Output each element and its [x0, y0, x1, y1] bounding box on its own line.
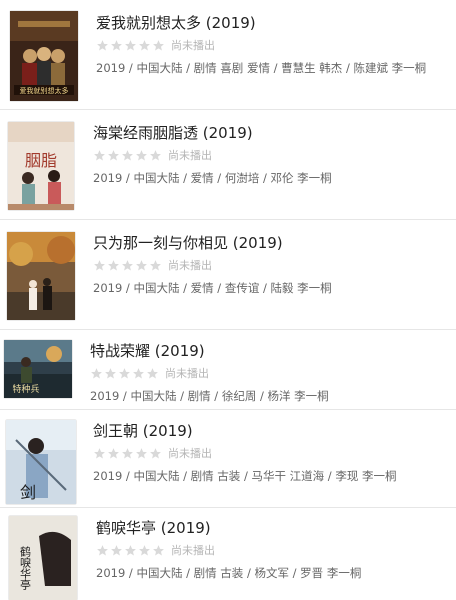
star-icon — [121, 259, 134, 272]
movie-poster[interactable]: 特种兵 — [4, 340, 72, 398]
star-icon — [149, 447, 162, 460]
movie-title[interactable]: 爱我就别想太多 (2019) — [96, 13, 426, 33]
star-icon — [135, 149, 148, 162]
movie-poster[interactable]: 鹤唳华亭 — [9, 516, 77, 600]
rating-row: 尚未播出 — [96, 37, 426, 53]
list-item[interactable]: 只为那一刻与你相见 (2019) 尚未播出 2019 / 中国大陆 / 爱情 /… — [0, 220, 456, 330]
star-icon — [138, 39, 151, 52]
star-icon — [93, 447, 106, 460]
movie-title[interactable]: 鹤唳华亭 (2019) — [96, 518, 361, 538]
star-icon — [124, 39, 137, 52]
star-icon — [138, 544, 151, 557]
item-info: 爱我就别想太多 (2019) 尚未播出 2019 / 中国大陆 / 剧情 喜剧 … — [96, 13, 426, 75]
list-item[interactable]: 特种兵 特战荣耀 (2019) 尚未播出 2019 / 中国大陆 / 剧情 / … — [0, 330, 456, 410]
poster-title: 胭脂 — [25, 151, 57, 170]
poster-art: 爱我就别想太多 — [10, 11, 78, 101]
poster-title: 爱我就别想太多 — [20, 86, 69, 95]
movie-list: 爱我就别想太多 爱我就别想太多 (2019) 尚未播出 2019 / 中国大陆 … — [0, 0, 456, 600]
movie-title[interactable]: 剑王朝 (2019) — [93, 421, 396, 441]
rating-row: 尚未播出 — [93, 257, 332, 273]
movie-meta: 2019 / 中国大陆 / 剧情 喜剧 爱情 / 曹慧生 韩杰 / 陈建斌 李一… — [96, 61, 427, 75]
movie-meta: 2019 / 中国大陆 / 剧情 古装 / 马华干 江道海 / 李现 李一桐 — [93, 469, 397, 483]
star-rating — [93, 149, 162, 162]
rating-row: 尚未播出 — [90, 365, 329, 381]
star-icon — [152, 544, 165, 557]
star-rating — [90, 367, 159, 380]
star-icon — [96, 39, 109, 52]
movie-meta: 2019 / 中国大陆 / 剧情 古装 / 杨文军 / 罗晋 李一桐 — [96, 566, 362, 580]
star-rating — [93, 259, 162, 272]
star-icon — [121, 149, 134, 162]
star-icon — [93, 259, 106, 272]
rating-row: 尚未播出 — [96, 542, 361, 558]
movie-meta: 2019 / 中国大陆 / 爱情 / 查传谊 / 陆毅 李一桐 — [93, 281, 332, 295]
movie-poster[interactable] — [7, 232, 75, 320]
item-info: 只为那一刻与你相见 (2019) 尚未播出 2019 / 中国大陆 / 爱情 /… — [93, 233, 332, 295]
item-info: 鹤唳华亭 (2019) 尚未播出 2019 / 中国大陆 / 剧情 古装 / 杨… — [96, 518, 361, 580]
poster-art: 特种兵 — [4, 340, 72, 398]
star-icon — [110, 39, 123, 52]
rating-row: 尚未播出 — [93, 147, 332, 163]
list-item[interactable]: 鹤唳华亭 鹤唳华亭 (2019) 尚未播出 2019 / 中国大陆 / 剧情 古… — [0, 508, 456, 600]
star-icon — [107, 447, 120, 460]
movie-meta: 2019 / 中国大陆 / 爱情 / 何澍培 / 邓伦 李一桐 — [93, 171, 332, 185]
movie-poster[interactable]: 胭脂 — [8, 122, 74, 210]
rating-status: 尚未播出 — [171, 39, 215, 52]
rating-status: 尚未播出 — [168, 447, 212, 460]
movie-poster[interactable]: 剑 — [6, 420, 76, 504]
rating-status: 尚未播出 — [168, 259, 212, 272]
star-icon — [135, 447, 148, 460]
star-icon — [107, 149, 120, 162]
rating-row: 尚未播出 — [93, 445, 396, 461]
item-info: 海棠经雨胭脂透 (2019) 尚未播出 2019 / 中国大陆 / 爱情 / 何… — [93, 123, 332, 185]
star-icon — [149, 259, 162, 272]
star-icon — [124, 544, 137, 557]
poster-art — [7, 232, 75, 320]
poster-title: 特种兵 — [12, 383, 39, 395]
movie-poster[interactable]: 爱我就别想太多 — [10, 11, 78, 101]
list-item[interactable]: 剑 剑王朝 (2019) 尚未播出 2019 / 中国大陆 / 剧情 古装 / … — [0, 410, 456, 508]
rating-status: 尚未播出 — [165, 367, 209, 380]
star-icon — [132, 367, 145, 380]
star-icon — [146, 367, 159, 380]
poster-title: 鹤唳华亭 — [19, 545, 32, 590]
movie-title[interactable]: 特战荣耀 (2019) — [90, 341, 329, 361]
movie-title[interactable]: 海棠经雨胭脂透 (2019) — [93, 123, 332, 143]
movie-title[interactable]: 只为那一刻与你相见 (2019) — [93, 233, 332, 253]
rating-status: 尚未播出 — [168, 149, 212, 162]
star-icon — [107, 259, 120, 272]
star-rating — [96, 39, 165, 52]
item-info: 剑王朝 (2019) 尚未播出 2019 / 中国大陆 / 剧情 古装 / 马华… — [93, 421, 396, 483]
poster-art: 剑 — [6, 420, 76, 504]
list-item[interactable]: 胭脂 海棠经雨胭脂透 (2019) 尚未播出 2019 / 中国大陆 / 爱情 … — [0, 110, 456, 220]
star-icon — [110, 544, 123, 557]
star-icon — [96, 544, 109, 557]
star-icon — [121, 447, 134, 460]
star-rating — [96, 544, 165, 557]
poster-art: 胭脂 — [8, 122, 74, 210]
item-info: 特战荣耀 (2019) 尚未播出 2019 / 中国大陆 / 剧情 / 徐纪周 … — [90, 341, 329, 403]
star-icon — [149, 149, 162, 162]
poster-title: 剑 — [20, 483, 36, 502]
movie-meta: 2019 / 中国大陆 / 剧情 / 徐纪周 / 杨洋 李一桐 — [90, 389, 329, 403]
star-rating — [93, 447, 162, 460]
star-icon — [152, 39, 165, 52]
list-item[interactable]: 爱我就别想太多 爱我就别想太多 (2019) 尚未播出 2019 / 中国大陆 … — [0, 0, 456, 110]
star-icon — [135, 259, 148, 272]
poster-art: 鹤唳华亭 — [9, 516, 77, 600]
star-icon — [93, 149, 106, 162]
star-icon — [104, 367, 117, 380]
star-icon — [90, 367, 103, 380]
star-icon — [118, 367, 131, 380]
rating-status: 尚未播出 — [171, 544, 215, 557]
